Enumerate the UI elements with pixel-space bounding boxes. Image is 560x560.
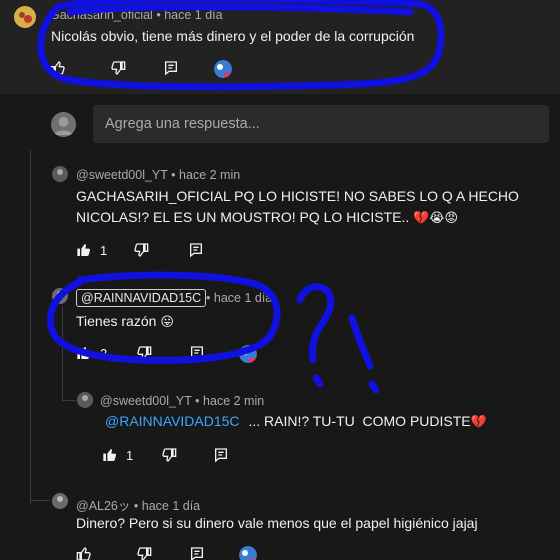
reply-author[interactable]: @sweetd00l_YT [100,394,192,408]
annotation-question-dot [312,374,324,388]
thread-line [30,150,31,505]
meta-separator: • [206,291,211,305]
reply-comment-icon [165,61,177,76]
meta-separator: • [133,499,139,513]
annotation-exclamation-line [348,314,374,370]
reply-actions: 2 [76,345,276,365]
meta-separator: • [156,8,161,22]
thumbs-down-icon [162,448,177,462]
reply-text: Dinero? Pero si su dinero vale menos que… [76,515,478,531]
avatar[interactable] [14,6,36,28]
reply-author-badge[interactable]: @RAINNAVIDAD15C [76,289,207,307]
dislike-button[interactable] [110,60,126,76]
reply-comment-icon [215,448,227,463]
reply-time[interactable]: hace 2 min [179,168,240,182]
reply-time[interactable]: hace 2 min [203,394,264,408]
reply-meta: @AL26ッ • hace 1 día [76,495,200,514]
thumbs-down-icon [134,243,149,257]
reply-button[interactable] [213,447,229,463]
creator-heart-avatar [239,546,257,560]
comment-actions [50,60,250,80]
reply-text: NICOLAS!? EL ES UN MOUSTRO! PQ LO HICIST… [76,209,410,225]
reply-button[interactable] [163,60,179,76]
comment-meta: Gachasarih_oficial • hace 1 día [50,8,223,22]
like-button[interactable] [50,60,66,76]
avatar[interactable] [52,493,68,509]
reply-time[interactable]: hace 1 día [142,499,200,513]
user-avatar [51,112,76,137]
meta-separator: • [195,394,200,408]
reply-actions: 1 [102,447,262,467]
annotation-question-mark [296,283,335,364]
thread-line-nested [62,305,63,400]
like-button[interactable]: 2 [76,345,107,361]
reply-text: Tienes razón [76,313,157,329]
thumbs-down-icon [111,61,126,75]
creator-heart-avatar [239,345,257,363]
thumbs-up-filled-icon [77,244,91,256]
reply-comment-icon [191,346,203,361]
reply-author[interactable]: @sweetd00l_YT [76,168,168,182]
reply-emojis: 💔😭😡 [413,211,459,226]
thumbs-up-icon [76,547,91,560]
thread-connector [30,500,50,501]
meta-separator: • [171,168,176,182]
reply-text-line: Tienes razón 😛 [76,313,174,330]
reply-text-line: GACHASARIH_OFICIAL PQ LO HICISTE! NO SAB… [76,188,519,204]
reply-actions: 1 [76,242,236,262]
reply-meta: @sweetd00l_YT • hace 2 min [100,394,264,408]
like-button[interactable]: 1 [76,242,107,258]
comment-time[interactable]: hace 1 día [164,8,222,22]
reply-emoji: 💔 [470,415,487,430]
reply-comment-icon [190,243,202,258]
thumbs-down-icon [137,547,152,560]
annotation-exclamation-dot [368,380,380,394]
thumbs-up-filled-icon [77,347,91,359]
creator-heart-avatar [214,60,232,78]
reply-button[interactable] [189,546,205,560]
reply-meta: • hace 1 día [206,291,272,305]
avatar[interactable] [52,288,68,304]
thread-connector [62,400,76,401]
like-button[interactable] [76,546,92,560]
thumbs-up-filled-icon [103,449,117,461]
reply-comment-icon [191,547,203,560]
reply-input[interactable]: Agrega una respuesta... [93,105,549,143]
like-count: 1 [126,447,134,463]
thumbs-up-icon [50,61,65,75]
comment-author[interactable]: Gachasarih_oficial [50,8,153,22]
reply-emoji: 😛 [160,315,174,330]
thumbs-down-icon [137,346,152,360]
avatar[interactable] [52,166,68,182]
like-count: 1 [100,242,108,258]
avatar[interactable] [77,392,93,408]
like-count: 2 [100,345,108,361]
mention-link[interactable]: @RAINNAVIDAD15C [105,413,240,429]
reply-text: ... RAIN!? TU-TU COMO PUDISTE [248,413,471,429]
like-button[interactable]: 1 [102,447,133,463]
dislike-button[interactable] [136,546,152,560]
reply-button[interactable] [188,242,204,258]
reply-meta: @sweetd00l_YT • hace 2 min [76,168,240,182]
reply-author[interactable]: @AL26ッ [76,499,130,513]
reply-text-line: @RAINNAVIDAD15C ... RAIN!? TU-TU COMO PU… [105,413,487,430]
reply-button[interactable] [189,345,205,361]
dislike-button[interactable] [161,447,177,463]
dislike-button[interactable] [136,345,152,361]
dislike-button[interactable] [133,242,149,258]
comment-text: Nicolás obvio, tiene más dinero y el pod… [51,28,415,44]
reply-time[interactable]: hace 1 día [214,291,272,305]
reply-actions [76,546,276,560]
reply-text-line: NICOLAS!? EL ES UN MOUSTRO! PQ LO HICIST… [76,209,458,226]
